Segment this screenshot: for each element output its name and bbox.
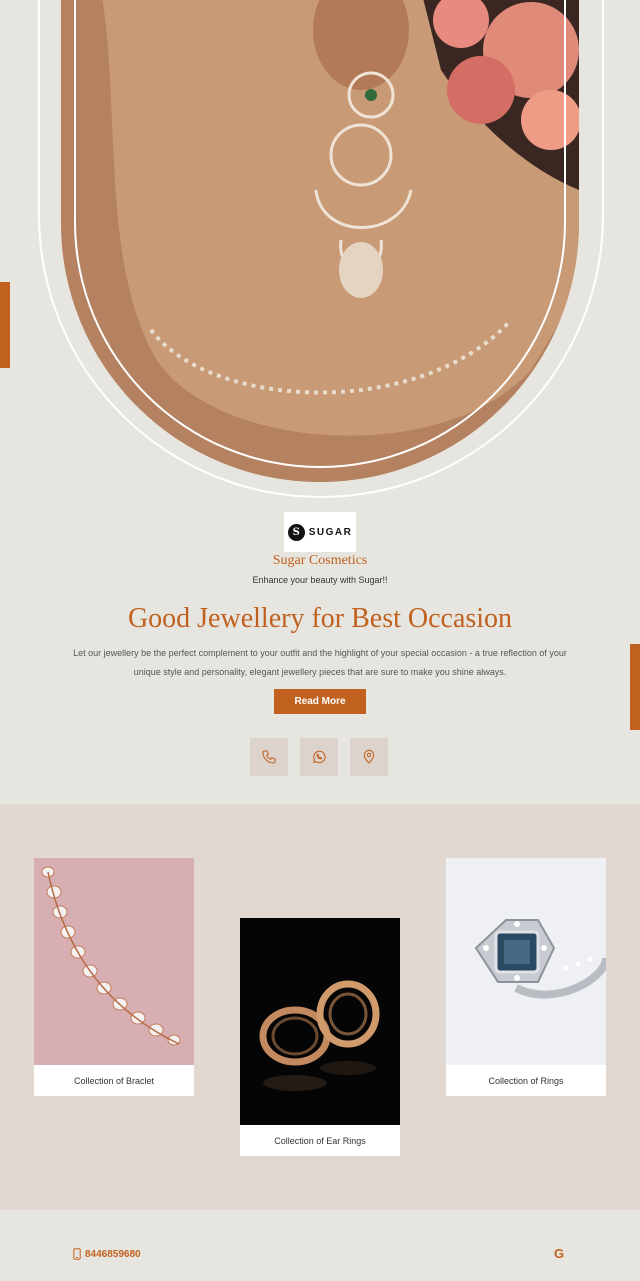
logo-mark-icon: S <box>287 523 305 541</box>
page: S SUGAR Sugar Cosmetics Enhance your bea… <box>0 0 640 1281</box>
location-button[interactable] <box>350 738 388 776</box>
contact-icons <box>250 738 388 776</box>
page-headline: Good Jewellery for Best Occasion <box>127 603 513 634</box>
collection-label: Collection of Ear Rings <box>274 1135 366 1146</box>
collection-label: Collection of Rings <box>488 1075 564 1086</box>
whatsapp-button[interactable] <box>300 738 338 776</box>
footer: 8446859680 G <box>0 1210 640 1281</box>
side-tab-left[interactable] <box>0 282 10 368</box>
footer-phone-link[interactable]: 8446859680 <box>73 1248 141 1260</box>
earrings-image <box>240 918 400 1125</box>
brand-logo[interactable]: S SUGAR <box>284 512 356 552</box>
phone-icon <box>262 750 276 764</box>
call-button[interactable] <box>250 738 288 776</box>
brand-tagline: Enhance your beauty with Sugar!! <box>252 575 388 585</box>
google-icon[interactable]: G <box>554 1246 564 1261</box>
collection-card-bracelet[interactable]: Collection of Braclet <box>34 858 194 1096</box>
collection-label: Collection of Braclet <box>73 1075 155 1086</box>
footer-phone-number: 8446859680 <box>85 1248 141 1260</box>
ring-image <box>446 858 606 1065</box>
collections-section: Collection of Braclet Collection of Ear … <box>0 804 640 1210</box>
side-tab-right[interactable] <box>630 644 640 730</box>
collection-card-rings[interactable]: Collection of Rings <box>446 858 606 1096</box>
whatsapp-icon <box>313 750 326 764</box>
hero-description: Let our jewellery be the perfect complem… <box>73 648 567 677</box>
logo-text: SUGAR <box>308 526 353 538</box>
brand-name: Sugar Cosmetics <box>272 553 368 568</box>
collection-card-earrings[interactable]: Collection of Ear Rings <box>240 918 400 1156</box>
bracelet-image <box>34 858 194 1065</box>
mobile-icon <box>73 1248 81 1260</box>
hero-section: S SUGAR Sugar Cosmetics Enhance your bea… <box>0 0 640 804</box>
read-more-button[interactable]: Read More <box>274 689 366 714</box>
location-icon <box>363 749 375 764</box>
